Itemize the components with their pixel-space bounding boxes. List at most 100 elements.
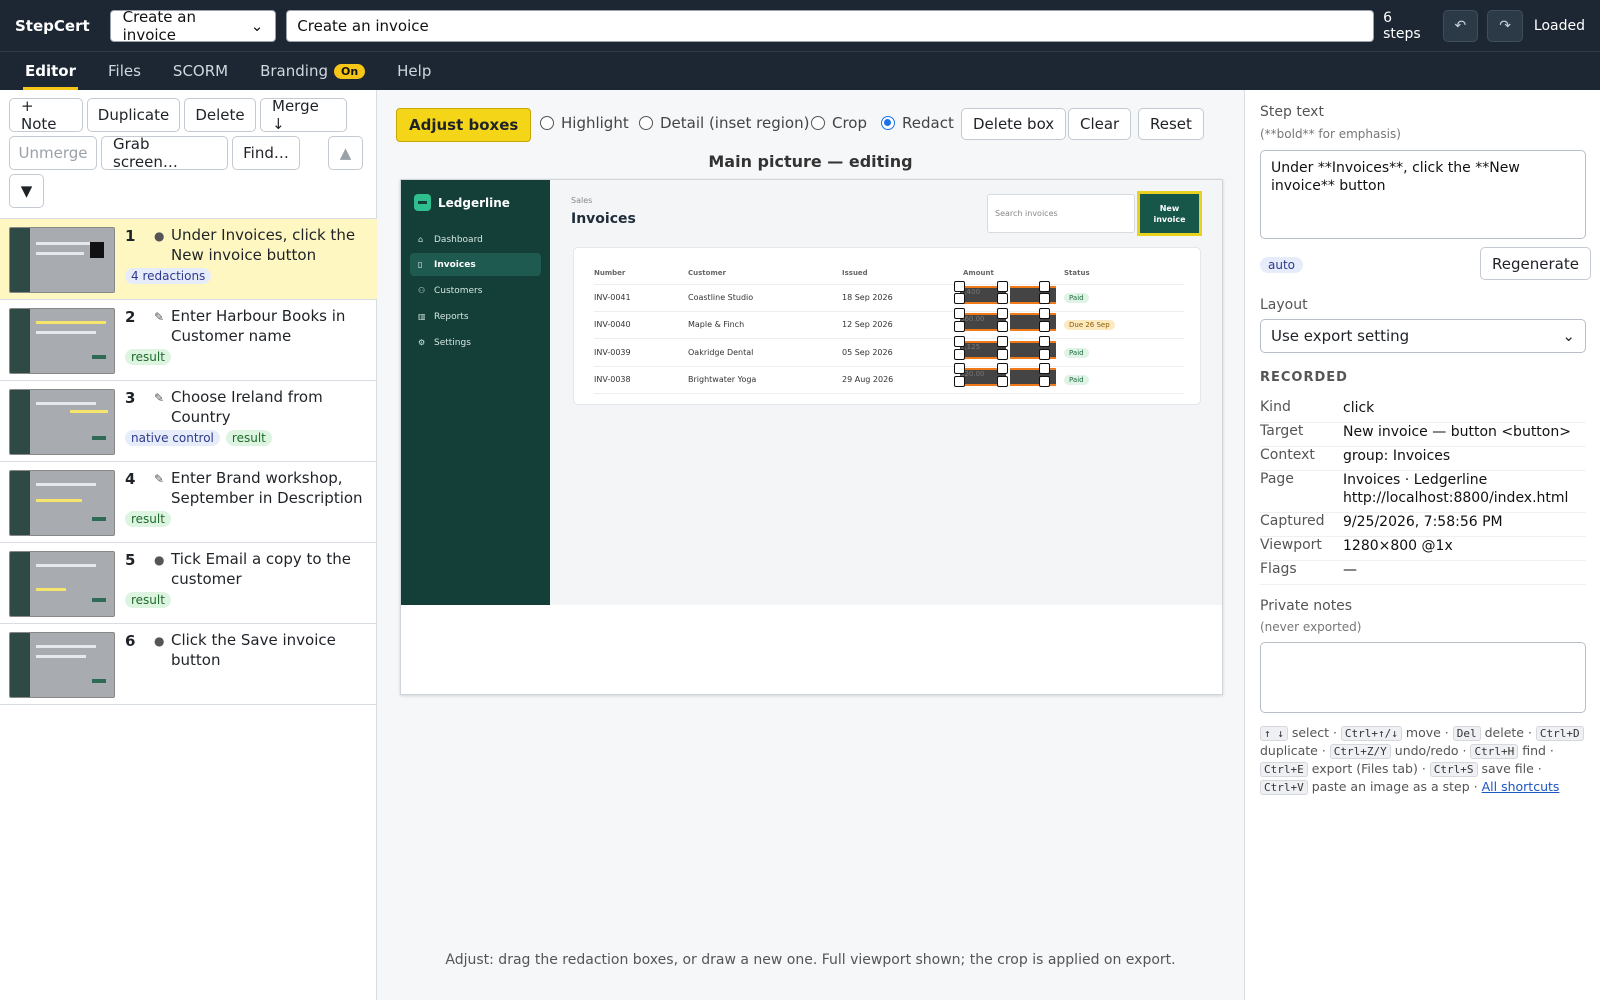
step-thumbnail: [9, 389, 115, 455]
resize-handle[interactable]: [1039, 363, 1050, 374]
delete-button[interactable]: Delete: [184, 98, 256, 132]
resize-handle[interactable]: [997, 308, 1008, 319]
resize-handle[interactable]: [1039, 321, 1050, 332]
mode-detail-label: Detail (inset region): [660, 114, 810, 132]
resize-handle[interactable]: [1039, 376, 1050, 387]
resize-handle[interactable]: [997, 363, 1008, 374]
resize-handle[interactable]: [997, 336, 1008, 347]
resize-handle[interactable]: [997, 376, 1008, 387]
step-item[interactable]: 4 ✎ Enter Brand workshop, September in D…: [0, 462, 377, 543]
step-text-input[interactable]: Under **Invoices**, click the **New invo…: [1260, 150, 1586, 239]
steps-count: 6 steps: [1383, 9, 1421, 42]
resize-handle[interactable]: [997, 281, 1008, 292]
step-text: Tick Email a copy to the customer: [171, 550, 351, 588]
step-text-hint: (**bold** for emphasis): [1260, 127, 1401, 141]
step-item[interactable]: 2 ✎ Enter Harbour Books in Customer name…: [0, 300, 377, 381]
tab-editor[interactable]: Editor: [15, 52, 86, 90]
unmerge-button[interactable]: Unmerge: [9, 136, 97, 170]
resize-handle[interactable]: [954, 293, 965, 304]
regenerate-button[interactable]: Regenerate: [1480, 247, 1591, 280]
guide-title-input[interactable]: Create an invoice: [286, 9, 1375, 42]
mode-detail[interactable]: Detail (inset region): [639, 114, 809, 132]
layout-select-value: Use export setting: [1271, 327, 1410, 345]
ledgerline-logo: Ledgerline: [414, 194, 510, 211]
private-notes-input[interactable]: [1260, 642, 1586, 713]
step-thumbnail: [9, 470, 115, 536]
resize-handle[interactable]: [954, 321, 965, 332]
mode-crop[interactable]: Crop: [811, 114, 867, 132]
layout-select[interactable]: Use export setting ⌄: [1260, 319, 1586, 353]
ss-nav-label: Customers: [434, 285, 483, 296]
find-button[interactable]: Find…: [232, 136, 300, 170]
tab-files[interactable]: Files: [98, 52, 151, 90]
ss-col-header: Status: [1064, 269, 1090, 277]
tab-help[interactable]: Help: [387, 52, 441, 90]
resize-handle[interactable]: [954, 363, 965, 374]
mode-highlight-label: Highlight: [561, 114, 629, 132]
ss-status-pill: Paid: [1064, 375, 1089, 385]
recorded-key: Captured: [1260, 513, 1325, 529]
merge-button[interactable]: Merge ↓: [260, 97, 347, 133]
resize-handle[interactable]: [1039, 281, 1050, 292]
screenshot-canvas[interactable]: Ledgerline ⌂ Dashboard ▯ Invoices ⚇ Cust…: [400, 179, 1223, 695]
step-tag: result: [125, 592, 171, 608]
click-step-icon: ●: [154, 634, 165, 648]
ledgerline-sidebar: Ledgerline ⌂ Dashboard ▯ Invoices ⚇ Cust…: [401, 180, 550, 605]
move-up-button[interactable]: ▲: [328, 136, 363, 170]
guide-select[interactable]: Create an invoice ⌄: [109, 8, 277, 44]
mode-highlight[interactable]: Highlight: [540, 114, 629, 132]
ss-search-box: Search invoices: [987, 194, 1135, 233]
private-notes-label: Private notes: [1260, 598, 1353, 614]
delete-box-button[interactable]: Delete box: [961, 108, 1067, 140]
captured-screenshot: Ledgerline ⌂ Dashboard ▯ Invoices ⚇ Cust…: [401, 180, 1222, 605]
ss-cell: Maple & Finch: [688, 320, 745, 329]
grab-screen-button[interactable]: Grab screen…: [101, 135, 228, 171]
move-down-button[interactable]: ▼: [9, 174, 44, 208]
mode-redact[interactable]: Redact: [881, 114, 954, 132]
adjust-boxes-button[interactable]: Adjust boxes: [396, 108, 532, 142]
resize-handle[interactable]: [954, 308, 965, 319]
keyboard-shortcuts: ↑ ↓ select · Ctrl+↑/↓ move · Del delete …: [1260, 724, 1590, 796]
resize-handle[interactable]: [1039, 308, 1050, 319]
resize-handle[interactable]: [997, 321, 1008, 332]
app-brand: StepCert: [15, 16, 90, 35]
mode-crop-label: Crop: [832, 114, 868, 132]
step-number: 4: [125, 470, 136, 488]
private-notes-hint: (never exported): [1260, 620, 1362, 634]
resize-handle[interactable]: [997, 293, 1008, 304]
step-item[interactable]: 6 ● Click the Save invoice button: [0, 624, 377, 705]
layout-label: Layout: [1260, 297, 1308, 313]
reset-button[interactable]: Reset: [1138, 108, 1204, 140]
step-item[interactable]: 5 ● Tick Email a copy to the customer re…: [0, 543, 377, 624]
step-item[interactable]: 3 ✎ Choose Ireland from Country native c…: [0, 381, 377, 462]
resize-handle[interactable]: [954, 376, 965, 387]
add-note-button[interactable]: + Note: [9, 97, 83, 133]
gear-icon: ⚙: [418, 338, 426, 347]
ss-nav-customers: ⚇ Customers: [410, 279, 541, 302]
resize-handle[interactable]: [1039, 293, 1050, 304]
ss-cell: 29 Aug 2026: [842, 375, 894, 384]
step-item[interactable]: 1 ● Under Invoices, click the New invoic…: [0, 219, 377, 300]
duplicate-button[interactable]: Duplicate: [87, 98, 180, 132]
ss-nav-settings: ⚙ Settings: [410, 331, 541, 354]
tab-files-label: Files: [108, 62, 141, 80]
ss-cell: INV-0040: [594, 320, 631, 329]
step-text-label: Step text: [1260, 104, 1324, 120]
resize-handle[interactable]: [997, 349, 1008, 360]
clear-button[interactable]: Clear: [1068, 108, 1132, 140]
tab-scorm[interactable]: SCORM: [163, 52, 238, 90]
all-shortcuts-link[interactable]: All shortcuts: [1482, 779, 1560, 794]
resize-handle[interactable]: [954, 336, 965, 347]
tab-branding[interactable]: Branding On: [250, 52, 375, 90]
step-tags: result: [125, 592, 177, 608]
step-text: Enter Brand workshop, September in Descr…: [171, 469, 363, 507]
shortcut-desc: find: [1522, 743, 1546, 758]
click-step-icon: ●: [154, 553, 165, 567]
resize-handle[interactable]: [1039, 336, 1050, 347]
resize-handle[interactable]: [1039, 349, 1050, 360]
redo-button[interactable]: ↷: [1487, 9, 1523, 42]
recorded-row: Kind click: [1260, 399, 1586, 423]
resize-handle[interactable]: [954, 281, 965, 292]
undo-button[interactable]: ↶: [1442, 9, 1479, 42]
resize-handle[interactable]: [954, 349, 965, 360]
